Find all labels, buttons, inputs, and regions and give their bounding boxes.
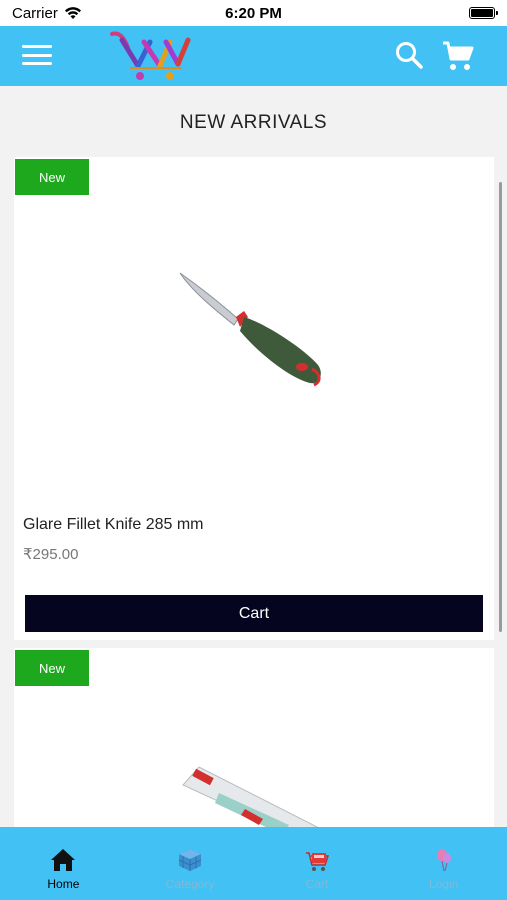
status-left: Carrier	[12, 5, 82, 22]
carrier-label: Carrier	[12, 4, 58, 22]
tab-home[interactable]: Home	[0, 827, 127, 900]
balloon-icon	[436, 849, 451, 872]
cube-grid-icon	[178, 849, 202, 871]
tab-label: Category	[165, 877, 215, 891]
tab-cart[interactable]: Cart	[254, 827, 381, 900]
tab-label: Home	[47, 877, 80, 891]
shopping-cart-icon	[305, 852, 329, 871]
new-badge: New	[15, 159, 89, 195]
product-name[interactable]: Glare Fillet Knife 285 mm	[23, 516, 204, 534]
product-image[interactable]	[174, 267, 334, 397]
battery-icon	[469, 7, 498, 19]
page-title: NEW ARRIVALS	[179, 112, 328, 133]
wifi-icon	[64, 7, 81, 19]
tab-login[interactable]: Login	[380, 827, 507, 900]
home-icon	[51, 849, 76, 871]
status-bar: Carrier 6:20 PM	[0, 0, 507, 26]
search-icon[interactable]	[394, 40, 424, 70]
product-price: ₹295.00	[23, 546, 79, 563]
app-header	[0, 26, 507, 86]
tab-category[interactable]: Category	[127, 827, 254, 900]
tab-label: Login	[428, 877, 459, 891]
product-card[interactable]: New Glare Fillet Knife 285 mm ₹295.00 Ca…	[14, 157, 494, 640]
status-time: 6:20 PM	[225, 4, 282, 22]
new-badge: New	[15, 650, 89, 686]
product-card[interactable]: New	[14, 648, 494, 838]
scrollbar[interactable]	[499, 182, 502, 632]
add-to-cart-button[interactable]: Cart	[25, 595, 483, 632]
menu-button[interactable]	[22, 45, 52, 67]
logo-icon	[110, 31, 191, 80]
cart-icon[interactable]	[441, 39, 475, 73]
tab-label: Cart	[305, 877, 329, 891]
bottom-tab-bar: Home Category Cart Login	[0, 827, 507, 900]
